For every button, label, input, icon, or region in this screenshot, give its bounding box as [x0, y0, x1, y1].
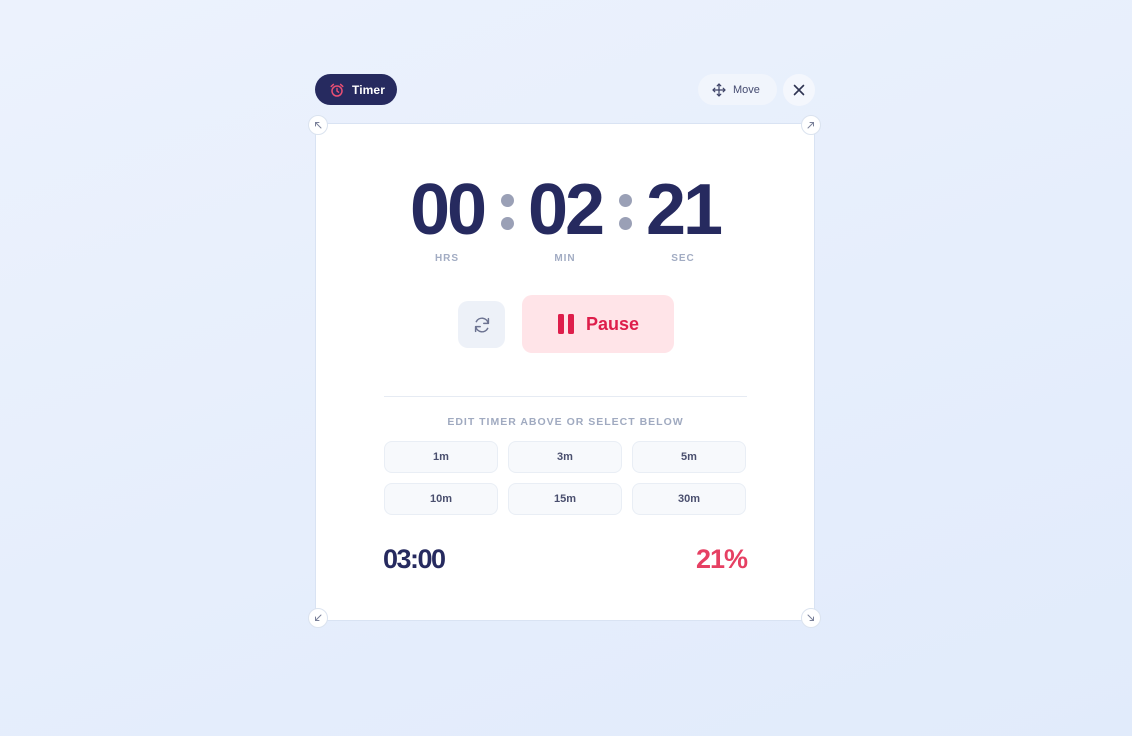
pause-label: Pause	[585, 313, 640, 334]
hours-value[interactable]: 00	[397, 170, 497, 250]
arrow-up-right-icon	[807, 121, 815, 129]
pause-icon	[557, 314, 575, 334]
divider	[384, 396, 747, 397]
close-icon	[793, 84, 805, 96]
resize-handle-top-right[interactable]	[801, 115, 821, 135]
arrow-down-left-icon	[314, 614, 322, 622]
progress-percent: 21%	[695, 544, 748, 574]
colon-separator	[501, 194, 514, 230]
preset-5m-button[interactable]: 5m	[632, 441, 746, 473]
minutes-value[interactable]: 02	[515, 170, 615, 250]
colon-separator	[619, 194, 632, 230]
preset-15m-button[interactable]: 15m	[508, 483, 622, 515]
minutes-label: MIN	[554, 253, 576, 264]
total-duration: 03:00	[383, 544, 446, 574]
move-button-label: Move	[733, 83, 760, 96]
resize-handle-bottom-left[interactable]	[308, 608, 328, 628]
timer-card: 00 02 21 HRS MIN SEC Pause EDIT TIMER AB…	[315, 123, 815, 621]
arrow-down-right-icon	[807, 614, 815, 622]
seconds-label: SEC	[671, 253, 695, 264]
arrow-up-left-icon	[314, 121, 322, 129]
timer-title: Timer	[352, 82, 385, 97]
resize-handle-top-left[interactable]	[308, 115, 328, 135]
move-button[interactable]: Move	[698, 74, 777, 105]
preset-3m-button[interactable]: 3m	[508, 441, 622, 473]
move-arrows-icon	[712, 82, 726, 97]
preset-hint: EDIT TIMER ABOVE OR SELECT BELOW	[447, 416, 684, 428]
refresh-icon	[472, 315, 492, 335]
preset-10m-button[interactable]: 10m	[384, 483, 498, 515]
reset-button[interactable]	[458, 301, 505, 348]
preset-1m-button[interactable]: 1m	[384, 441, 498, 473]
close-button[interactable]	[783, 74, 815, 106]
seconds-value[interactable]: 21	[633, 170, 733, 250]
alarm-clock-icon	[329, 82, 345, 98]
resize-handle-bottom-right[interactable]	[801, 608, 821, 628]
time-display: 00 02 21	[316, 170, 816, 250]
preset-30m-button[interactable]: 30m	[632, 483, 746, 515]
timer-title-pill[interactable]: Timer	[315, 74, 397, 105]
hours-label: HRS	[434, 253, 460, 264]
pause-button[interactable]: Pause	[522, 295, 674, 353]
